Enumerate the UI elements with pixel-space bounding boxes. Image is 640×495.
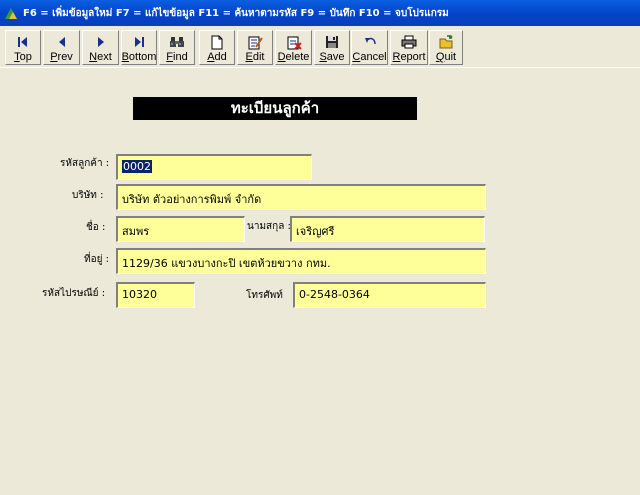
address-field[interactable]: 1129/36 แขวงบางกะปิ เขตห้วยขวาง กทม. — [116, 248, 486, 274]
app-icon — [4, 6, 18, 20]
edit-button[interactable]: Edit — [237, 30, 273, 65]
delete-document-icon — [286, 34, 302, 50]
toolbar: Top Prev Next Bottom Find Add Edit Delet… — [0, 26, 640, 68]
last-name-field[interactable]: เจริญศรี — [290, 216, 485, 242]
postcode-label: รหัสไปรษณีย์ : — [42, 288, 106, 299]
delete-button[interactable]: Delete — [275, 30, 312, 65]
form-heading: ทะเบียนลูกค้า — [133, 97, 417, 120]
postcode-field[interactable]: 10320 — [116, 282, 195, 308]
cancel-button[interactable]: Cancel — [351, 30, 388, 65]
binoculars-icon — [169, 34, 185, 50]
window-title: F6 = เพิ่มข้อมูลใหม่ F7 = แก้ไขข้อมูล F1… — [23, 7, 449, 19]
prev-record-icon — [55, 34, 69, 50]
first-name-label: ชื่อ : — [86, 222, 106, 233]
customer-code-label: รหัสลูกค้า : — [60, 158, 110, 169]
title-bar: F6 = เพิ่มข้อมูลใหม่ F7 = แก้ไขข้อมูล F1… — [0, 0, 640, 26]
save-button[interactable]: Save — [314, 30, 350, 65]
find-button[interactable]: Find — [159, 30, 195, 65]
customer-code-field[interactable]: 0002 — [116, 154, 312, 180]
top-button[interactable]: Top — [5, 30, 41, 65]
company-label: บริษัท : — [72, 190, 104, 201]
phone-field[interactable]: 0-2548-0364 — [293, 282, 486, 308]
last-record-icon — [132, 34, 146, 50]
next-button[interactable]: Next — [82, 30, 119, 65]
exit-door-icon — [438, 34, 454, 50]
edit-document-icon — [247, 34, 263, 50]
bottom-button[interactable]: Bottom — [121, 30, 157, 65]
next-record-icon — [94, 34, 108, 50]
add-button[interactable]: Add — [199, 30, 235, 65]
first-name-field[interactable]: สมพร — [116, 216, 245, 242]
first-record-icon — [16, 34, 30, 50]
address-label: ที่อยู่ : — [84, 254, 110, 265]
company-field[interactable]: บริษัท ตัวอย่างการพิมพ์ จำกัด — [116, 184, 486, 210]
printer-icon — [401, 34, 417, 50]
undo-arrow-icon — [363, 34, 377, 50]
phone-label: โทรศัพท์ — [246, 290, 283, 301]
quit-button[interactable]: Quit — [429, 30, 463, 65]
customer-code-value: 0002 — [122, 160, 152, 173]
last-name-label: นามสกุล : — [247, 221, 291, 232]
new-document-icon — [210, 34, 224, 50]
report-button[interactable]: Report — [390, 30, 428, 65]
prev-button[interactable]: Prev — [43, 30, 80, 65]
floppy-disk-icon — [325, 34, 339, 50]
